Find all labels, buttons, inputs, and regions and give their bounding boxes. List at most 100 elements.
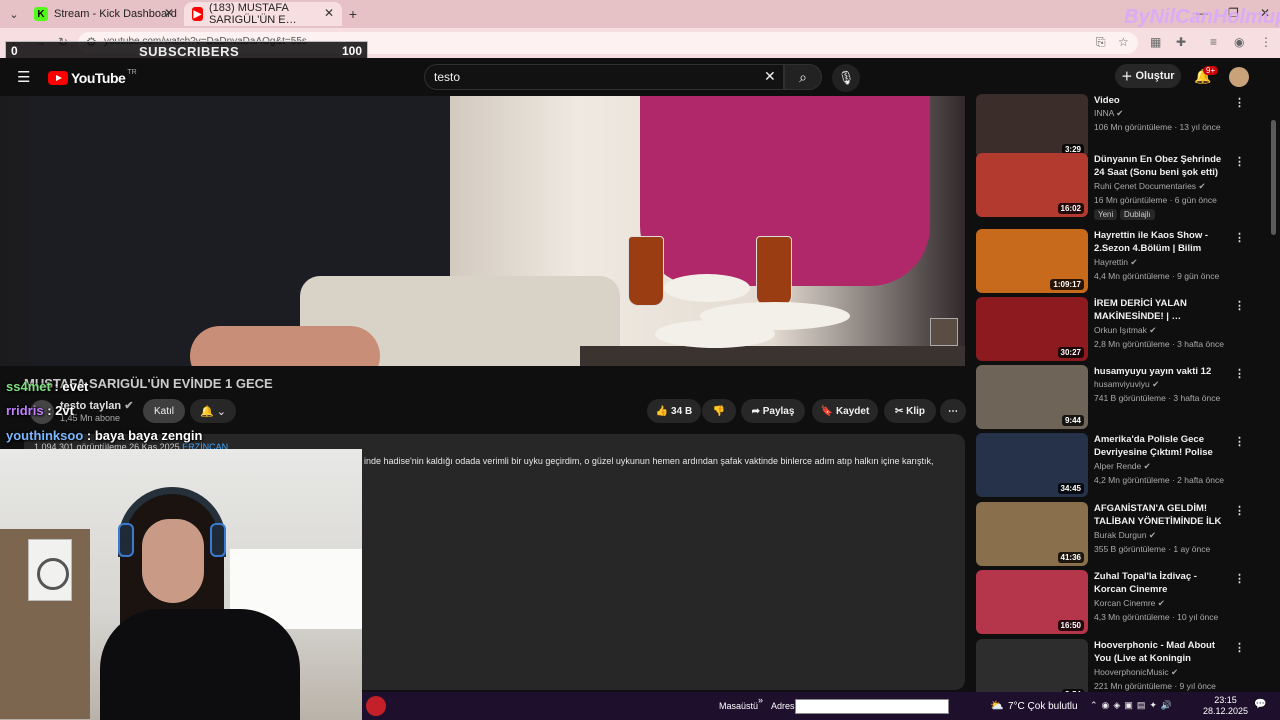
recommended-video-title[interactable]: AFGANİSTAN'A GELDİM! TALİBAN YÖNETİMİNDE… — [1094, 502, 1230, 528]
browser-tab-strip: ⌄ K Stream - Kick Dashboard ✕ ▶ (183) MU… — [0, 0, 1280, 28]
chat-message: ss4met : evet — [6, 379, 88, 394]
extensions-puzzle-icon[interactable]: ✚ — [1176, 35, 1186, 49]
recommended-video-title[interactable]: husamyuyu yayın vakti 12 — [1094, 365, 1230, 378]
recommended-video-title[interactable]: Dünyanın En Obez Şehrinde 24 Saat (Sonu … — [1094, 153, 1230, 179]
video-thumbnail[interactable]: 9:44 — [976, 365, 1088, 429]
more-options-icon[interactable]: ⋮ — [1234, 572, 1245, 585]
video-duration: 16:02 — [1057, 203, 1084, 214]
sidebar-scrollbar[interactable] — [1271, 120, 1276, 235]
join-button[interactable]: Katıl — [143, 399, 185, 423]
bookmark-star-icon[interactable]: ☆ — [1118, 35, 1129, 49]
install-icon[interactable]: ⎘ — [1096, 35, 1106, 50]
share-button[interactable]: ➦ Paylaş — [741, 399, 805, 423]
dislike-button[interactable]: 👎 — [702, 399, 736, 423]
recommended-video[interactable]: 34:45 Amerika'da Polisle Gece Devriyesine… — [976, 433, 1266, 497]
video-player[interactable] — [0, 96, 965, 366]
recommended-channel-name[interactable]: Hayrettin ✔ — [1094, 257, 1138, 268]
new-tab-button[interactable]: + — [344, 5, 362, 23]
verified-icon: ✔ — [124, 400, 134, 412]
recommended-video[interactable]: 3:29 Video INNA ✔ 106 Mn görüntüleme · 13 y… — [976, 94, 1266, 158]
more-options-icon[interactable]: ⋮ — [1234, 504, 1245, 517]
more-options-icon[interactable]: ⋮ — [1234, 155, 1245, 168]
like-button[interactable]: 👍 34 B — [647, 399, 701, 423]
extension-icon[interactable]: ▦ — [1150, 35, 1161, 49]
toolbar-chevron-icon[interactable]: » — [758, 695, 763, 705]
recommended-video[interactable]: 16:50 Zuhal Topal'la İzdivaç - Korcan Cin… — [976, 570, 1266, 634]
clip-button[interactable]: ✂ Klip — [884, 399, 936, 423]
youtube-logo[interactable]: YouTube TR — [48, 69, 137, 86]
close-tab-icon[interactable]: ✕ — [164, 6, 174, 20]
search-input[interactable] — [424, 64, 784, 90]
video-thumbnail[interactable]: 16:02 — [976, 153, 1088, 217]
recommended-channel-name[interactable]: husamviyuviyu ✔ — [1094, 379, 1159, 390]
taskbar-desktop-toolbar[interactable]: Masaüstü — [719, 701, 758, 711]
weather-icon: ⛅ — [990, 700, 1004, 712]
recommended-channel-name[interactable]: Orkun Işıtmak ✔ — [1094, 325, 1156, 336]
clear-search-icon[interactable]: ✕ — [764, 68, 776, 85]
save-button[interactable]: 🔖 Kaydet — [812, 399, 878, 423]
video-thumbnail[interactable]: 16:50 — [976, 570, 1088, 634]
recommended-channel-name[interactable]: INNA ✔ — [1094, 108, 1123, 119]
more-options-icon[interactable]: ⋮ — [1234, 367, 1245, 380]
recommended-video[interactable]: 9:44 husamyuyu yayın vakti 12 husamviyuviy… — [976, 365, 1266, 429]
tab-kick-dashboard[interactable]: K Stream - Kick Dashboard ✕ — [26, 2, 182, 26]
video-thumbnail[interactable]: 1:09:17 — [976, 229, 1088, 293]
tab-search-icon[interactable]: ⌄ — [5, 5, 23, 23]
video-end-card-thumbnail[interactable] — [930, 318, 958, 346]
video-frame-hand — [190, 326, 380, 366]
chat-text: : 2vt — [43, 403, 74, 418]
recommended-channel-name[interactable]: Burak Durgun ✔ — [1094, 530, 1156, 541]
recommended-video-meta: 355 B görüntüleme · 1 ay önce — [1094, 544, 1211, 554]
account-avatar[interactable] — [1229, 67, 1249, 87]
recommended-video-title[interactable]: Video — [1094, 94, 1230, 107]
video-badge: Yeni — [1094, 209, 1118, 220]
recommended-video[interactable]: 16:02 Dünyanın En Obez Şehrinde 24 Saat (… — [976, 153, 1266, 220]
recommended-video-title[interactable]: İREM DERİCİ YALAN MAKİNESİNDE! | … — [1094, 297, 1230, 323]
recommended-video-meta: 2,8 Mn görüntüleme · 3 hafta önce — [1094, 339, 1224, 349]
more-options-icon[interactable]: ⋮ — [1234, 641, 1245, 654]
system-tray-icons[interactable]: ⌃◉◈▣▤✦🔊 — [1090, 700, 1176, 711]
recommended-video-title[interactable]: Hayrettin ile Kaos Show - 2.Sezon 4.Bölü… — [1094, 229, 1230, 255]
share-icon: ➦ — [751, 405, 760, 417]
more-options-icon[interactable]: ⋮ — [1234, 435, 1245, 448]
more-options-icon[interactable]: ⋮ — [1234, 96, 1245, 109]
taskbar-clock[interactable]: 23:15 28.12.2025 — [1203, 695, 1248, 717]
video-thumbnail[interactable]: 30:27 — [976, 297, 1088, 361]
voice-search-button[interactable]: 🎙 — [832, 64, 860, 92]
notification-center-icon[interactable]: 💬 — [1254, 699, 1266, 710]
recommended-channel-name[interactable]: HooverphonicMusic ✔ — [1094, 667, 1178, 678]
more-options-icon[interactable]: ⋮ — [1234, 231, 1245, 244]
close-tab-icon[interactable]: ✕ — [324, 6, 334, 20]
recommended-video[interactable]: 30:27 İREM DERİCİ YALAN MAKİNESİNDE! | … O… — [976, 297, 1266, 361]
recommended-channel-name[interactable]: Ruhi Çenet Documentaries ✔ — [1094, 181, 1206, 192]
video-frame-plate — [655, 320, 775, 348]
video-thumbnail[interactable]: 41:36 — [976, 502, 1088, 566]
more-options-icon[interactable]: ⋮ — [1234, 299, 1245, 312]
recommended-video-title[interactable]: Amerika'da Polisle Gece Devriyesine Çıkt… — [1094, 433, 1230, 459]
recommended-video-title[interactable]: Zuhal Topal'la İzdivaç - Korcan Cinemre — [1094, 570, 1230, 596]
more-actions-button[interactable]: ⋯ — [940, 399, 966, 423]
profile-icon[interactable]: ◉ — [1234, 35, 1244, 49]
recommended-video[interactable]: 41:36 AFGANİSTAN'A GELDİM! TALİBAN YÖNETİ… — [976, 502, 1266, 566]
streamer-webcam — [0, 449, 362, 720]
hamburger-menu-icon[interactable]: ☰ — [17, 68, 30, 86]
browser-menu-icon[interactable]: ⋮ — [1260, 35, 1272, 49]
recommended-channel-name[interactable]: Korcan Cinemre ✔ — [1094, 598, 1165, 609]
create-button[interactable]: ＋ Oluştur — [1115, 64, 1181, 88]
verified-icon: ✔ — [1143, 461, 1151, 471]
tab-youtube-video[interactable]: ▶ (183) MUSTAFA SARIGÜL'ÜN E… ✕ — [184, 2, 342, 26]
video-frame-table — [580, 346, 965, 366]
media-control-icon[interactable]: ≡ — [1210, 35, 1217, 49]
channel-text: Alper Rende — [1094, 461, 1142, 471]
verified-icon: ✔ — [1149, 325, 1157, 335]
video-thumbnail[interactable]: 3:29 — [976, 94, 1088, 158]
recommended-video-title[interactable]: Hooverphonic - Mad About You (Live at Ko… — [1094, 639, 1230, 665]
video-thumbnail[interactable]: 34:45 — [976, 433, 1088, 497]
recommended-channel-name[interactable]: Alper Rende ✔ — [1094, 461, 1151, 472]
taskbar-weather[interactable]: 7°C Çok bulutlu — [1008, 701, 1078, 712]
taskbar-address-input[interactable] — [795, 699, 949, 714]
recommended-video[interactable]: 1:09:17 Hayrettin ile Kaos Show - 2.Sezon… — [976, 229, 1266, 293]
taskbar-app-icon[interactable] — [366, 696, 386, 716]
search-button[interactable]: ⌕ — [784, 64, 822, 90]
subscription-bell-button[interactable]: 🔔 ⌄ — [190, 399, 236, 423]
